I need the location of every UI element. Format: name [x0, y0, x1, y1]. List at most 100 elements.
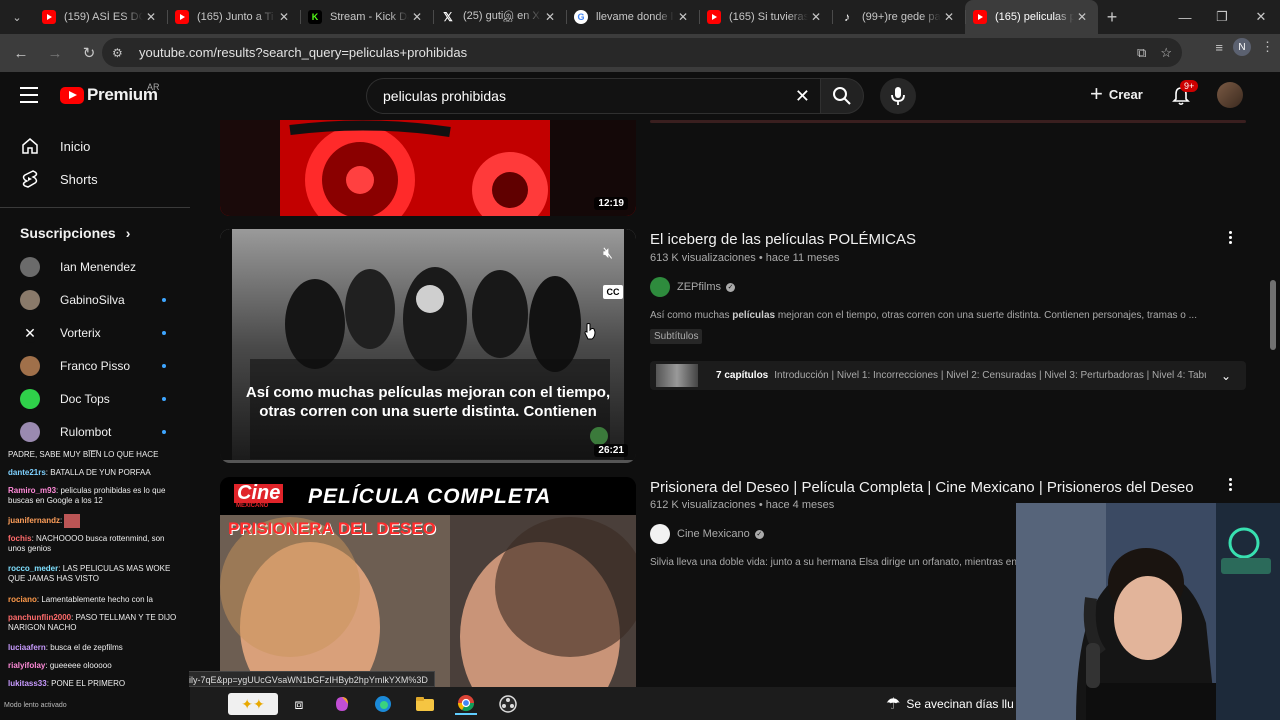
- close-tab-icon[interactable]: ✕: [1074, 10, 1090, 24]
- video-title[interactable]: Prisionera del Deseo | Película Completa…: [650, 479, 1194, 496]
- chat-username[interactable]: luciaafern: [8, 643, 46, 652]
- notifications-button[interactable]: 9+: [1172, 80, 1199, 111]
- new-tab-button[interactable]: +: [1098, 7, 1126, 28]
- chapters-count: 7 capítulos: [716, 370, 769, 381]
- sidebar-subscription-item[interactable]: Ian Menendez: [20, 254, 190, 280]
- video-thumbnail[interactable]: 12:19: [220, 120, 636, 216]
- channel-link[interactable]: ZEPfilms ✓: [650, 277, 735, 297]
- more-actions-icon[interactable]: [1226, 478, 1234, 491]
- chat-username[interactable]: juanifernandz: [8, 516, 60, 525]
- video-thumbnail-preview[interactable]: Así como muchas películas mejoran con el…: [220, 229, 636, 463]
- search-button[interactable]: [820, 78, 864, 114]
- video-duration: 12:19: [594, 197, 628, 210]
- chat-username[interactable]: rialyifolay: [8, 661, 45, 670]
- sidebar-subscription-item[interactable]: Doc Tops: [20, 386, 190, 412]
- chapters-row[interactable]: 7 capítulos Introducción | Nivel 1: Inco…: [650, 361, 1246, 390]
- captions-cc-icon[interactable]: CC: [603, 285, 623, 299]
- close-tab-icon[interactable]: ✕: [276, 10, 292, 24]
- browser-tab[interactable]: 𝕏 (25) gutiஇ en X: ✕: [433, 0, 566, 34]
- address-bar[interactable]: ⚙ youtube.com/results?search_query=pelic…: [102, 38, 1182, 67]
- chevron-down-icon[interactable]: ⌄: [1206, 369, 1246, 383]
- channel-avatar[interactable]: [650, 524, 670, 544]
- browser-tab[interactable]: ♪ (99+)re gede pa ✕: [832, 0, 965, 34]
- thumb-brand-sub: MEXICANO: [236, 503, 269, 509]
- browser-tab[interactable]: (165) peliculas p ✕: [965, 0, 1098, 34]
- muted-volume-icon[interactable]: 🔇︎: [603, 245, 613, 263]
- channel-name[interactable]: Cine Mexicano: [677, 528, 750, 540]
- tab-title: Stream - Kick Da: [330, 11, 409, 23]
- create-button[interactable]: + Crear: [1090, 83, 1143, 105]
- obs-icon[interactable]: [497, 693, 519, 715]
- weather-text: Se avecinan días llu: [906, 697, 1014, 711]
- search-input[interactable]: peliculas prohibidas ✕: [366, 78, 820, 114]
- tab-search-icon[interactable]: ⌄: [0, 0, 34, 34]
- chat-text: busca el de zepfilms: [50, 643, 123, 652]
- forward-icon[interactable]: →: [40, 38, 70, 68]
- chat-text: PONE EL PRIMERO: [51, 679, 126, 688]
- minimize-icon[interactable]: —: [1165, 0, 1205, 34]
- media-control-icon[interactable]: ≡: [1215, 40, 1223, 55]
- youtube-icon: [42, 10, 56, 24]
- sidebar-item-shorts[interactable]: Shorts: [0, 159, 190, 199]
- copilot-icon[interactable]: [331, 693, 353, 715]
- chat-message: dante21rs: BATALLA DE YUN PORFAA: [8, 468, 184, 478]
- sidebar-subscription-item[interactable]: GabinoSilva: [20, 287, 190, 313]
- video-title[interactable]: El iceberg de las películas POLÉMICAS: [650, 231, 916, 248]
- chat-username[interactable]: fochis: [8, 534, 32, 543]
- browser-tab[interactable]: Gllevame donde l ✕: [566, 0, 699, 34]
- widgets-icon[interactable]: ✦✦: [228, 693, 278, 715]
- youtube-premium-logo[interactable]: Premium AR: [60, 82, 160, 105]
- channel-link[interactable]: Cine Mexicano ✓: [650, 524, 764, 544]
- chat-username[interactable]: dante21rs: [8, 468, 46, 477]
- clear-search-icon[interactable]: ✕: [795, 86, 810, 107]
- site-info-icon[interactable]: ⚙: [112, 46, 126, 60]
- browser-tab[interactable]: K Stream - Kick Da ✕: [300, 0, 433, 34]
- menu-icon[interactable]: [20, 87, 38, 108]
- tab-title: llevame donde l: [596, 11, 674, 23]
- chrome-taskbar-icon[interactable]: [455, 693, 477, 715]
- chrome-menu-icon[interactable]: ⋮: [1261, 39, 1274, 55]
- install-app-icon[interactable]: ⧉: [1137, 45, 1146, 61]
- account-avatar[interactable]: [1217, 82, 1243, 108]
- browser-tab[interactable]: (159) ASÍ ES DO ✕: [34, 0, 167, 34]
- channel-avatar[interactable]: [650, 277, 670, 297]
- more-actions-icon[interactable]: [1226, 231, 1234, 244]
- country-code: AR: [147, 82, 160, 92]
- microphone-icon: [891, 87, 905, 105]
- voice-search-button[interactable]: [880, 78, 916, 114]
- close-tab-icon[interactable]: ✕: [409, 10, 425, 24]
- sidebar-subscription-item[interactable]: Rulombot: [20, 419, 190, 445]
- channel-name[interactable]: ZEPfilms: [677, 281, 721, 293]
- weather-widget[interactable]: ☂ Se avecinan días llu: [886, 694, 1014, 714]
- chat-username[interactable]: Ramiro_m93: [8, 486, 56, 495]
- chat-username[interactable]: panchunflin2000: [8, 613, 71, 622]
- chat-username[interactable]: lukitass33: [8, 679, 47, 688]
- sidebar-subscription-item[interactable]: Franco Pisso: [20, 353, 190, 379]
- channel-avatar: [20, 389, 40, 409]
- sidebar-subscription-item[interactable]: ✕ Vorterix: [20, 320, 190, 346]
- bookmark-star-icon[interactable]: ☆: [1160, 45, 1172, 61]
- maximize-icon[interactable]: ❐: [1202, 0, 1242, 34]
- reload-icon[interactable]: ↻: [74, 38, 104, 68]
- close-tab-icon[interactable]: ✕: [143, 10, 159, 24]
- file-explorer-icon[interactable]: [414, 693, 436, 715]
- chat-text: Lamentablemente hecho con la: [41, 595, 153, 604]
- browser-tab[interactable]: (165) Junto a Ti ✕: [167, 0, 300, 34]
- video-thumbnail[interactable]: Cine MEXICANO PELÍCULA COMPLETA PRISIONE…: [220, 477, 636, 687]
- back-icon[interactable]: ←: [6, 38, 36, 68]
- youtube-icon: [973, 10, 987, 24]
- chat-username[interactable]: rocco_meder: [8, 564, 58, 573]
- chat-message: PADRE, SABE MUY BIEN LO QUE HACE: [8, 450, 184, 460]
- close-tab-icon[interactable]: ✕: [941, 10, 957, 24]
- page-scrollbar[interactable]: [1270, 280, 1276, 350]
- subscriptions-header[interactable]: Suscripciones ›: [20, 225, 130, 241]
- close-tab-icon[interactable]: ✕: [808, 10, 824, 24]
- chat-username[interactable]: rociano: [8, 595, 37, 604]
- profile-avatar[interactable]: N: [1233, 38, 1251, 56]
- close-tab-icon[interactable]: ✕: [675, 10, 691, 24]
- close-window-icon[interactable]: ✕: [1241, 0, 1280, 34]
- close-tab-icon[interactable]: ✕: [542, 10, 558, 24]
- task-view-icon[interactable]: ⧈: [288, 693, 310, 715]
- browser-tab[interactable]: (165) Si tuvieras ✕: [699, 0, 832, 34]
- edge-icon[interactable]: [372, 693, 394, 715]
